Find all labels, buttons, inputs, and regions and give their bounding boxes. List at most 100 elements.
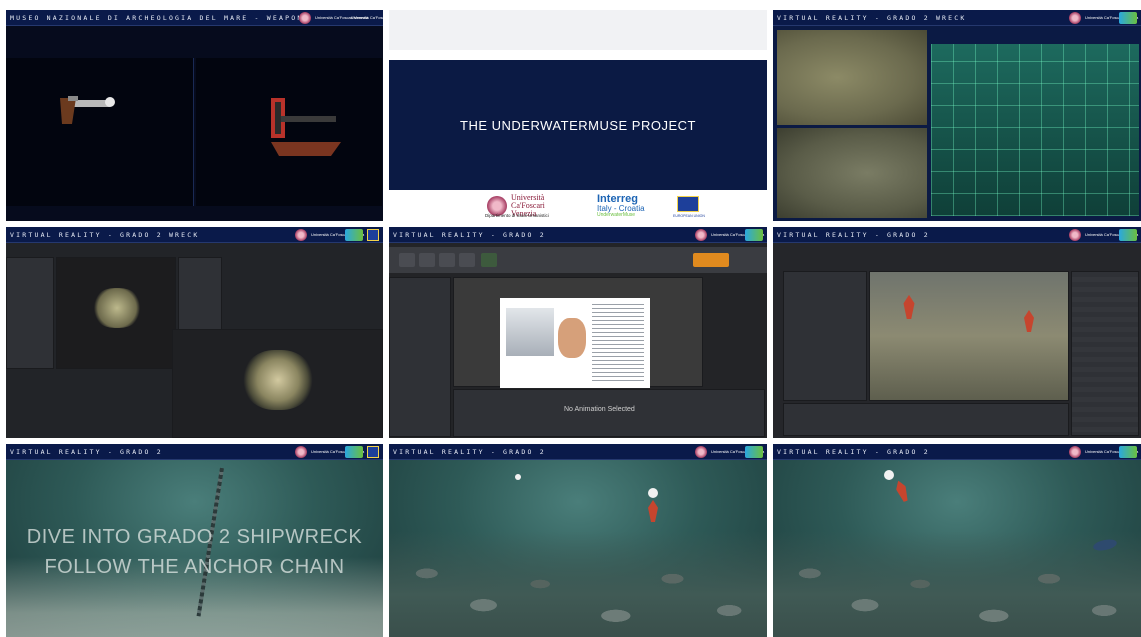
interreg-icon [1119, 12, 1137, 24]
toolbar-button[interactable] [439, 253, 455, 267]
university-seal-icon [295, 446, 307, 458]
editor-content-browser [389, 277, 451, 437]
interreg-icon [745, 446, 763, 458]
tile-header: VIRTUAL REALITY - GRADO 2 Università Ca'… [389, 444, 767, 460]
interreg-icon [745, 229, 763, 241]
project-title: THE UNDERWATERMUSE PROJECT [460, 118, 696, 133]
marker-buoy-icon [894, 479, 911, 503]
pointcloud-mound [92, 288, 142, 328]
tile-weapons[interactable]: MUSEO NAZIONALE DI ARCHEOLOGIA DEL MARE … [6, 10, 383, 221]
marker-buoy-icon [648, 500, 658, 522]
editor-second-window [172, 329, 383, 438]
toolbar-button[interactable] [399, 253, 415, 267]
crossbow-model-icon [271, 98, 341, 156]
tile-title: VIRTUAL REALITY - GRADO 2 [393, 448, 546, 456]
eu-flag-icon [677, 196, 699, 212]
interreg-icon [345, 446, 363, 458]
editor-outliner [1071, 271, 1139, 436]
editor-content-strip [783, 403, 1069, 436]
university-logo-text: Università Ca'Foscari Venezia [311, 448, 365, 454]
document-text-block [592, 304, 644, 382]
interreg-icon [1119, 229, 1137, 241]
interreg-logo: Interreg Italy - Croatia UnderwaterMuse [597, 194, 677, 218]
interreg-icon [1119, 446, 1137, 458]
university-seal-icon [1069, 446, 1081, 458]
university-logo-text: Università Ca'Foscari Venezia [711, 448, 765, 454]
university-logo-text: Università Ca'Foscari Venezia [1085, 448, 1139, 454]
toolbar-button[interactable] [459, 253, 475, 267]
tile-header: VIRTUAL REALITY - GRADO 2 Università Ca'… [773, 444, 1141, 460]
logos: Università Ca'Foscari Venezia Università… [299, 11, 383, 25]
eu-label: EUROPEAN UNION [673, 214, 705, 218]
editor-viewport [869, 271, 1069, 401]
marker-buoy-icon [903, 294, 915, 320]
eu-flag-icon [367, 229, 379, 241]
play-button[interactable] [481, 253, 497, 267]
interreg-project: UnderwaterMuse [597, 212, 636, 218]
editor-left-panel [6, 257, 54, 369]
viewport-left [6, 58, 194, 206]
university-seal-icon [695, 229, 707, 241]
university-department: Dipartimento di Studi Umanistici [485, 213, 549, 218]
title-top-bar [389, 10, 767, 50]
info-marker-icon[interactable] [884, 470, 894, 480]
toolbar-button[interactable] [419, 253, 435, 267]
university-logo-text-2: Università Ca'Foscari Venezia [351, 14, 383, 20]
editor-sequencer: No Animation Selected [453, 389, 765, 437]
tile-title: VIRTUAL REALITY - GRADO 2 [777, 231, 930, 239]
university-seal-icon [299, 12, 311, 24]
interreg-icon [345, 229, 363, 241]
tile-wreck-photos[interactable]: VIRTUAL REALITY - GRADO 2 WRECK Universi… [773, 10, 1141, 221]
tile-underwater-fish[interactable]: VIRTUAL REALITY - GRADO 2 Università Ca'… [773, 444, 1141, 637]
university-seal-icon [295, 229, 307, 241]
document-preview [500, 298, 650, 388]
photo-amphora-1 [777, 30, 927, 125]
tile-editor-docs[interactable]: VIRTUAL REALITY - GRADO 2 Università Ca'… [389, 227, 767, 438]
document-image-amphora [558, 318, 586, 358]
vr-grid-view [931, 44, 1139, 216]
logos: Università Ca'Foscari Venezia [1069, 228, 1139, 242]
tile-title: VIRTUAL REALITY - GRADO 2 [10, 448, 163, 456]
tile-dive-caption[interactable]: VIRTUAL REALITY - GRADO 2 Università Ca'… [6, 444, 383, 637]
tile-underwater-markers[interactable]: VIRTUAL REALITY - GRADO 2 Università Ca'… [389, 444, 767, 637]
tile-title: VIRTUAL REALITY - GRADO 2 WRECK [10, 231, 200, 239]
tile-project-title[interactable]: THE UNDERWATERMUSE PROJECT Università Ca… [389, 10, 767, 221]
pointcloud-mound-2 [243, 350, 313, 410]
logos: Università Ca'Foscari Venezia [295, 445, 379, 459]
tile-title: VIRTUAL REALITY - GRADO 2 [777, 448, 930, 456]
university-logo-text: Università Ca'Foscari Venezia [315, 14, 369, 20]
slide-grid: MUSEO NAZIONALE DI ARCHEOLOGIA DEL MARE … [0, 0, 1141, 637]
logos: Università Ca'Foscari Venezia [695, 445, 765, 459]
tile-header: MUSEO NAZIONALE DI ARCHEOLOGIA DEL MARE … [6, 10, 383, 26]
university-logo-text: Università Ca'Foscari Venezia [1085, 231, 1139, 237]
info-marker-icon[interactable] [515, 474, 521, 480]
university-logo-text: Università Ca'Foscari Venezia [1085, 14, 1139, 20]
no-animation-text: No Animation Selected [564, 406, 635, 413]
logos: Università Ca'Foscari Venezia [1069, 11, 1139, 25]
photo-amphora-2 [777, 128, 927, 218]
university-seal-icon [695, 446, 707, 458]
info-marker-icon[interactable] [648, 488, 658, 498]
amphora-field [773, 530, 1141, 637]
marker-buoy-icon [1024, 310, 1034, 332]
tile-editor-terrain[interactable]: VIRTUAL REALITY - GRADO 2 Università Ca'… [773, 227, 1141, 438]
tile-title: MUSEO NAZIONALE DI ARCHEOLOGIA DEL MARE … [10, 14, 310, 22]
document-image-ship [506, 308, 554, 356]
logos: Università Ca'Foscari Venezia [295, 228, 379, 242]
compile-button[interactable] [693, 253, 729, 267]
logos: Università Ca'Foscari Venezia [1069, 445, 1139, 459]
caption-line-2: FOLLOW THE ANCHOR CHAIN [44, 556, 345, 578]
pistol-model-icon [60, 96, 115, 124]
university-seal-icon [1069, 229, 1081, 241]
editor-modes-panel [783, 271, 867, 401]
tile-editor-wreck[interactable]: VIRTUAL REALITY - GRADO 2 WRECK Universi… [6, 227, 383, 438]
tile-title: VIRTUAL REALITY - GRADO 2 WRECK [777, 14, 967, 22]
amphora-field [389, 530, 767, 637]
university-seal-icon [1069, 12, 1081, 24]
logos: Università Ca'Foscari Venezia [695, 228, 764, 242]
footer-logos: Università Ca'Foscari Venezia Dipartimen… [389, 192, 767, 221]
tile-header: VIRTUAL REALITY - GRADO 2 WRECK Universi… [773, 10, 1141, 26]
university-logo-text: Università Ca'Foscari Venezia [311, 231, 365, 237]
tile-title: VIRTUAL REALITY - GRADO 2 [393, 231, 546, 239]
tile-header: VIRTUAL REALITY - GRADO 2 Università Ca'… [6, 444, 383, 460]
